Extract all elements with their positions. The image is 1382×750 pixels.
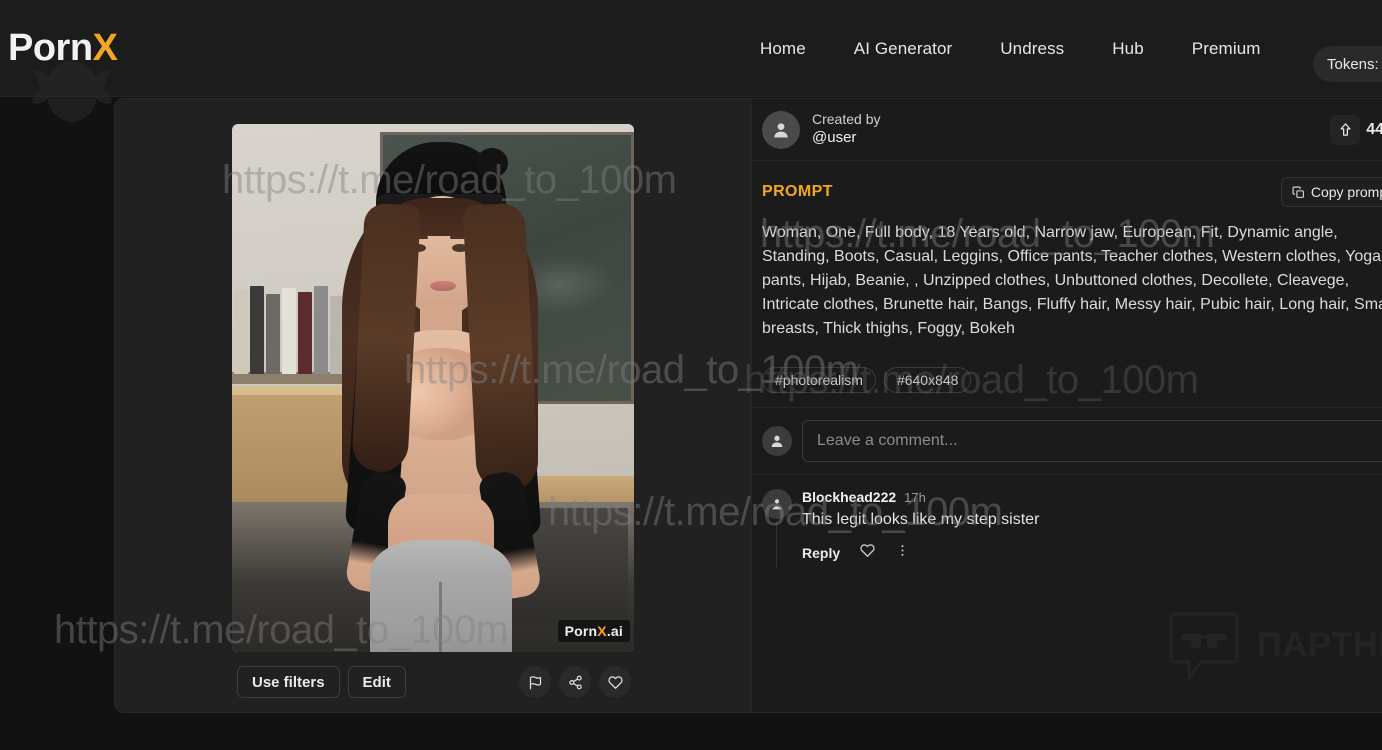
creator-avatar[interactable] [762, 110, 800, 149]
comment-author[interactable]: Blockhead222 [802, 489, 896, 505]
leggings-seam [439, 582, 442, 652]
nav-item-premium[interactable]: Premium [1192, 39, 1261, 59]
beanie-knot [476, 148, 508, 178]
comment-text: This legit looks like my step sister [802, 511, 1040, 528]
prompt-header: PROMPT Copy prompt [762, 177, 1382, 207]
edit-button[interactable]: Edit [347, 666, 406, 698]
prompt-text: Woman, One, Full body, 18 Years old, Nar… [762, 224, 1382, 337]
badge-x: X [597, 623, 607, 639]
share-icon[interactable] [559, 666, 591, 698]
info-column: Created by @user 44 PROMPT Copy prompt [751, 99, 1382, 712]
arrow-up-icon[interactable] [1330, 114, 1361, 145]
copy-icon [1292, 186, 1304, 198]
subject-figure [324, 142, 552, 652]
vote-group: 44 [1330, 114, 1382, 145]
tag-resolution[interactable]: #640x848 [883, 367, 972, 393]
badge-porn: Porn [564, 623, 598, 639]
comment-thread-line [776, 521, 777, 567]
image-column: PornX.ai Use filters Edit [115, 99, 751, 712]
brand-mark-icon [32, 61, 112, 123]
comment-heart-icon[interactable] [860, 543, 875, 563]
tokens-button[interactable]: Tokens: 0 [1313, 46, 1382, 82]
nav-item-undress[interactable]: Undress [1000, 39, 1064, 59]
post-detail-modal: PornX.ai Use filters Edit Created by @us… [114, 98, 1382, 713]
lips [430, 281, 456, 291]
creator-handle[interactable]: @user [812, 129, 880, 148]
image-toolbar-left: Use filters Edit [237, 666, 406, 698]
copy-prompt-label: Copy prompt [1310, 184, 1382, 200]
comment-input-row [752, 408, 1382, 475]
nav-item-hub[interactable]: Hub [1112, 39, 1144, 59]
reply-button[interactable]: Reply [802, 545, 840, 561]
use-filters-button[interactable]: Use filters [237, 666, 340, 698]
nav-item-home[interactable]: Home [760, 39, 806, 59]
nav-item-ai-generator[interactable]: AI Generator [854, 39, 953, 59]
prompt-block: PROMPT Copy prompt Woman, One, Full body… [752, 161, 1382, 351]
tag-list: #photorealism #640x848 [752, 351, 1382, 408]
image-toolbar: Use filters Edit [115, 666, 751, 698]
current-user-avatar [762, 426, 792, 456]
creator-row: Created by @user 44 [752, 99, 1382, 161]
creator-text: Created by @user [812, 111, 880, 147]
copy-prompt-button[interactable]: Copy prompt [1280, 177, 1382, 207]
top-navigation-bar: PornX Home AI Generator Undress Hub Prem… [0, 0, 1382, 123]
comment-item: Blockhead222 17h This legit looks like m… [752, 475, 1382, 573]
image-watermark-badge: PornX.ai [557, 620, 630, 642]
heart-icon[interactable] [599, 666, 631, 698]
tag-photorealism[interactable]: #photorealism [762, 367, 876, 393]
comment-actions: Reply [802, 543, 1382, 563]
created-by-label: Created by [812, 111, 881, 128]
flag-icon[interactable] [519, 666, 551, 698]
comment-timestamp: 17h [904, 490, 926, 505]
generated-image[interactable]: PornX.ai [232, 124, 634, 652]
comment-more-vertical-icon[interactable] [895, 543, 910, 563]
main-nav: Home AI Generator Undress Hub Premium [760, 0, 1261, 97]
partner-watermark: ПАРТНЕР [1167, 608, 1382, 682]
speech-bubble-glasses-icon [1169, 612, 1239, 682]
comment-header: Blockhead222 17h [802, 489, 1382, 505]
vote-count: 44 [1366, 120, 1382, 138]
badge-ai: .ai [606, 623, 623, 639]
prompt-title: PROMPT [762, 183, 833, 200]
image-artwork [232, 124, 634, 652]
partner-label: ПАРТНЕР [1257, 625, 1382, 664]
brand-logo[interactable]: PornX [8, 29, 118, 123]
comment-input[interactable] [802, 420, 1382, 462]
image-toolbar-right [519, 666, 631, 698]
comment-author-avatar[interactable] [762, 489, 792, 519]
comment-body: Blockhead222 17h This legit looks like m… [802, 489, 1382, 563]
